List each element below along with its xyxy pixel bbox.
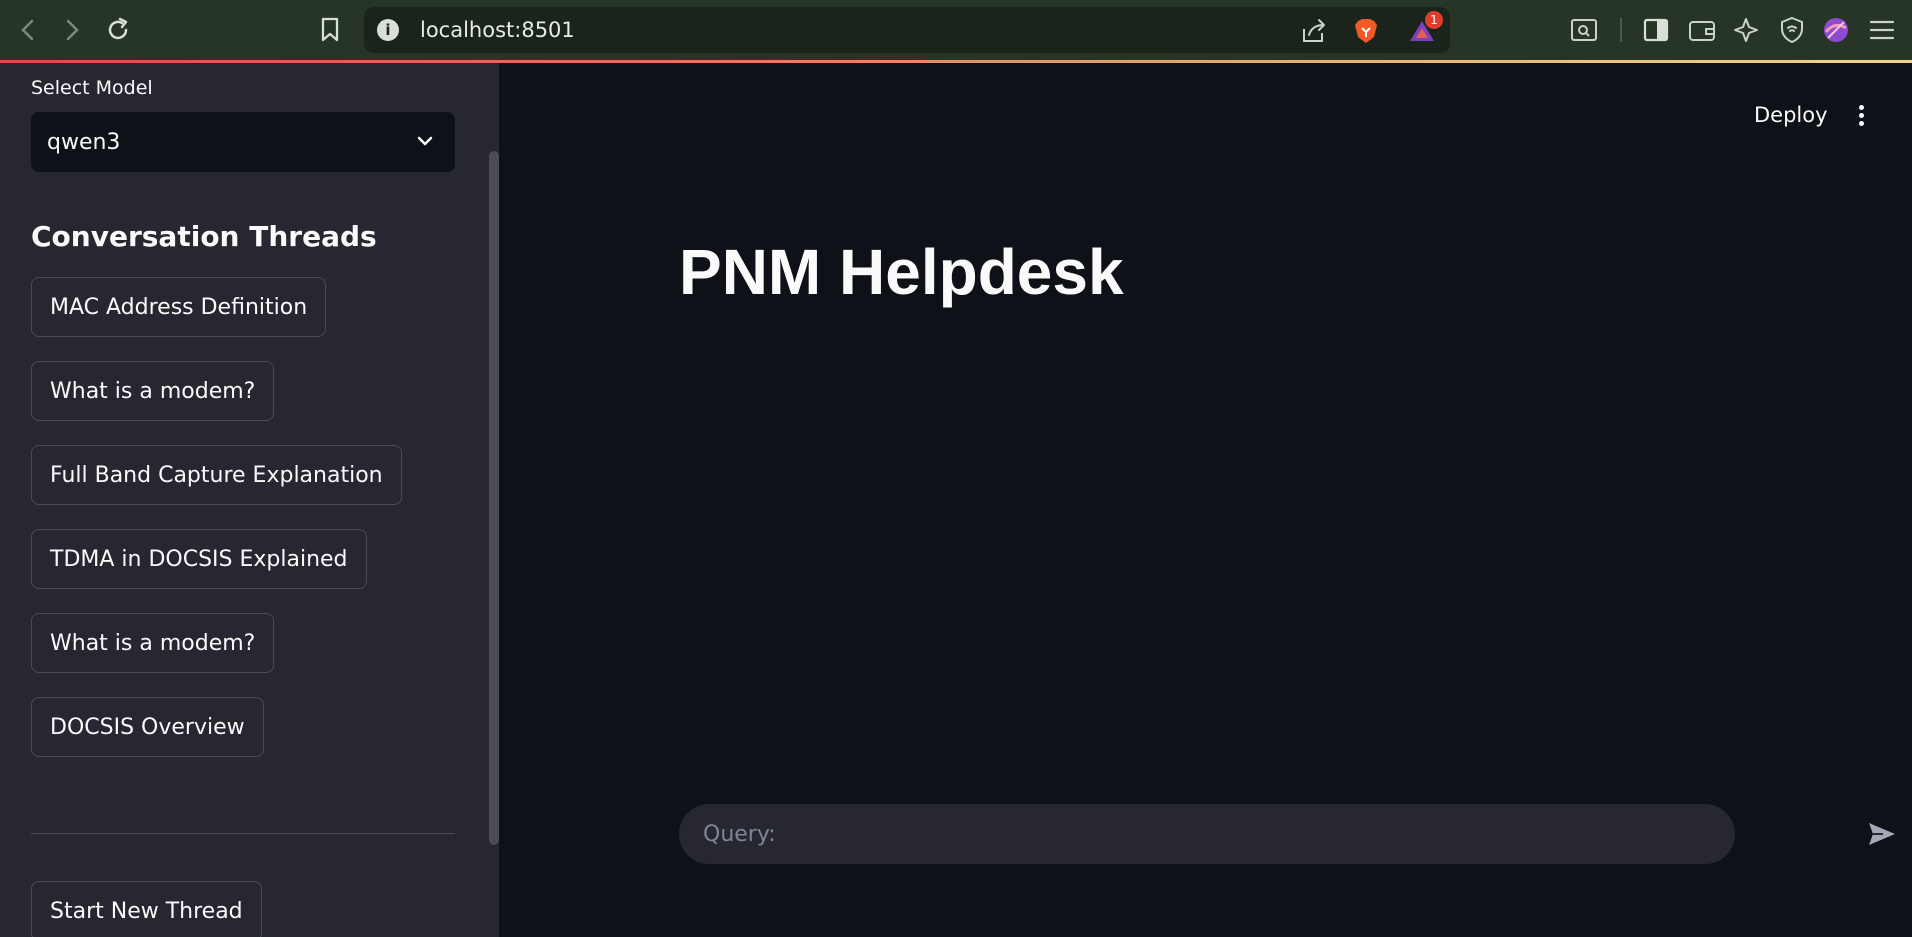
chevron-down-icon xyxy=(415,129,435,159)
tab-search-icon[interactable] xyxy=(1568,14,1600,46)
thread-button-tdma-docsis[interactable]: TDMA in DOCSIS Explained xyxy=(31,529,367,589)
sidebar: Select Model qwen3 Conversation Threads … xyxy=(0,63,499,937)
send-icon[interactable] xyxy=(1867,819,1897,849)
model-select-value: qwen3 xyxy=(47,129,121,155)
main-content: Deploy PNM Helpdesk xyxy=(499,63,1912,937)
toolbar-divider xyxy=(1620,18,1622,42)
select-model-label: Select Model xyxy=(31,77,153,99)
start-new-thread-button[interactable]: Start New Thread xyxy=(31,881,262,937)
bookmark-icon[interactable] xyxy=(314,14,346,46)
profile-avatar-icon[interactable] xyxy=(1820,14,1852,46)
conversation-threads-heading: Conversation Threads xyxy=(31,220,377,253)
browser-toolbar: i localhost:8501 1 xyxy=(0,0,1912,60)
query-input[interactable] xyxy=(703,804,1663,864)
reload-icon[interactable] xyxy=(102,14,134,46)
vpn-shield-icon[interactable] xyxy=(1776,14,1808,46)
thread-button-docsis-overview[interactable]: DOCSIS Overview xyxy=(31,697,264,757)
page-title: PNM Helpdesk xyxy=(679,236,1124,308)
notification-badge: 1 xyxy=(1425,11,1443,29)
sidebar-divider xyxy=(31,833,455,834)
thread-button-full-band-capture[interactable]: Full Band Capture Explanation xyxy=(31,445,402,505)
thread-button-modem[interactable]: What is a modem? xyxy=(31,361,275,421)
share-icon[interactable] xyxy=(1300,17,1328,45)
address-bar[interactable]: i localhost:8501 xyxy=(364,7,1450,53)
deploy-button[interactable]: Deploy xyxy=(1754,103,1828,127)
model-select[interactable]: qwen3 xyxy=(31,112,455,172)
sidebar-toggle-icon[interactable] xyxy=(1640,14,1672,46)
site-info-icon[interactable]: i xyxy=(377,19,399,41)
url-text: localhost:8501 xyxy=(420,18,575,42)
chat-input-container xyxy=(679,804,1895,864)
sidebar-scrollbar[interactable] xyxy=(489,151,499,845)
back-icon[interactable] xyxy=(12,14,44,46)
thread-button-modem-2[interactable]: What is a modem? xyxy=(31,613,275,673)
wallet-icon[interactable] xyxy=(1686,14,1718,46)
brave-shields-icon[interactable] xyxy=(1352,17,1380,45)
forward-icon[interactable] xyxy=(56,14,88,46)
menu-icon[interactable] xyxy=(1866,14,1898,46)
leo-ai-icon[interactable] xyxy=(1730,14,1762,46)
more-options-icon[interactable] xyxy=(1851,103,1871,129)
thread-button-mac-address[interactable]: MAC Address Definition xyxy=(31,277,327,337)
